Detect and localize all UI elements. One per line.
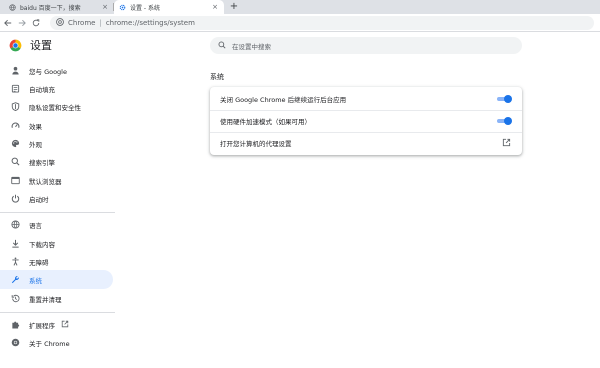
tab-label: baidu 百度一下，搜索: [20, 4, 81, 12]
sidebar-item-label: 自动填充: [29, 85, 55, 94]
settings-search-input[interactable]: 在设置中搜索: [210, 37, 522, 54]
history-icon: [10, 294, 20, 304]
omnibox-separator: |: [99, 19, 102, 27]
toggle-knob: [504, 95, 512, 103]
sidebar-item-label: 下载内容: [29, 240, 55, 249]
person-icon: [10, 66, 20, 76]
search-placeholder: 在设置中搜索: [232, 42, 271, 51]
sidebar-item-languages[interactable]: 语言: [0, 215, 113, 234]
setting-label: 使用硬件加速模式（如果可用）: [220, 118, 311, 126]
close-icon[interactable]: ×: [101, 3, 109, 11]
close-icon[interactable]: ×: [211, 3, 219, 11]
search-icon: [10, 157, 20, 167]
settings-header: 设置 在设置中搜索: [0, 32, 600, 60]
toggle-knob: [504, 117, 512, 125]
sidebar: 您与 Google 自动填充 隐私设置和安全性 效果 外观 搜索引擎 默认浏览器…: [0, 60, 115, 360]
download-icon: [10, 239, 20, 249]
external-link-icon: [61, 320, 69, 330]
setting-label: 打开您计算机的代理设置: [220, 140, 292, 148]
page-title: 设置: [30, 39, 52, 52]
chrome-icon: [56, 18, 64, 28]
gear-icon: [119, 4, 126, 11]
browser-icon: [10, 176, 20, 186]
puzzle-icon: [10, 320, 20, 330]
sidebar-item-system[interactable]: 系统: [0, 270, 113, 289]
background-apps-toggle[interactable]: [496, 95, 512, 103]
power-icon: [10, 194, 20, 204]
sidebar-item-search-engine[interactable]: 搜索引擎: [0, 152, 113, 171]
sidebar-item-label: 隐私设置和安全性: [29, 103, 81, 112]
sidebar-item-performance[interactable]: 效果: [0, 116, 113, 135]
sidebar-item-downloads[interactable]: 下载内容: [0, 234, 113, 253]
sidebar-item-appearance[interactable]: 外观: [0, 134, 113, 153]
speedometer-icon: [10, 121, 20, 131]
system-settings-card: 关闭 Google Chrome 后继续运行后台应用 使用硬件加速模式（如果可用…: [210, 87, 522, 155]
sidebar-item-label: 启动时: [29, 195, 49, 204]
tab-baidu[interactable]: baidu 百度一下，搜索 ×: [4, 0, 114, 14]
back-button[interactable]: [2, 17, 14, 29]
setting-row-hardware-acceleration[interactable]: 使用硬件加速模式（如果可用）: [210, 110, 522, 132]
sidebar-item-extensions[interactable]: 扩展程序: [0, 315, 113, 334]
sidebar-item-you-and-google[interactable]: 您与 Google: [0, 61, 113, 80]
new-tab-button[interactable]: +: [228, 1, 240, 13]
sidebar-item-about-chrome[interactable]: 关于 Chrome: [0, 333, 113, 352]
sidebar-item-label: 关于 Chrome: [29, 339, 70, 348]
sidebar-item-label: 默认浏览器: [29, 177, 62, 186]
sidebar-item-autofill[interactable]: 自动填充: [0, 79, 113, 98]
chrome-icon: [10, 338, 20, 348]
accessibility-icon: [10, 257, 20, 267]
external-link-icon[interactable]: [502, 138, 512, 148]
tab-label: 设置 - 系统: [130, 4, 160, 12]
sidebar-item-label: 系统: [29, 276, 42, 285]
reload-icon: [32, 18, 40, 26]
hardware-acceleration-toggle[interactable]: [496, 117, 512, 125]
sidebar-item-on-startup[interactable]: 启动时: [0, 189, 113, 208]
shield-icon: [10, 102, 20, 112]
sidebar-item-label: 扩展程序: [29, 321, 55, 330]
tab-strip: baidu 百度一下，搜索 × 设置 - 系统 × +: [0, 0, 600, 14]
chrome-logo-icon: [9, 39, 22, 52]
sidebar-item-label: 重置并清理: [29, 295, 62, 304]
tab-settings[interactable]: 设置 - 系统 ×: [114, 0, 224, 14]
reload-button[interactable]: [30, 17, 42, 29]
section-title: 系统: [210, 73, 224, 81]
globe-icon: [9, 3, 16, 11]
sidebar-item-accessibility[interactable]: 无障碍: [0, 252, 113, 271]
setting-label: 关闭 Google Chrome 后继续运行后台应用: [220, 96, 347, 104]
wrench-icon: [10, 275, 20, 285]
sidebar-item-reset[interactable]: 重置并清理: [0, 289, 113, 308]
arrow-left-icon: [4, 19, 12, 26]
sidebar-item-label: 无障碍: [29, 258, 49, 267]
omnibox-scheme: Chrome: [68, 19, 96, 27]
omnibox-url: chrome://settings/system: [105, 19, 195, 27]
sidebar-item-label: 外观: [29, 140, 42, 149]
sidebar-item-label: 效果: [29, 122, 42, 131]
sidebar-item-privacy[interactable]: 隐私设置和安全性: [0, 97, 113, 116]
address-bar[interactable]: Chrome | chrome://settings/system: [50, 16, 594, 30]
clipboard-icon: [10, 84, 20, 94]
sidebar-item-label: 语言: [29, 221, 42, 230]
sidebar-item-default-browser[interactable]: 默认浏览器: [0, 171, 113, 190]
setting-row-proxy[interactable]: 打开您计算机的代理设置: [210, 132, 522, 154]
sidebar-divider: [0, 312, 115, 313]
sidebar-item-label: 搜索引擎: [29, 158, 55, 167]
toolbar: Chrome | chrome://settings/system: [0, 14, 600, 32]
forward-button[interactable]: [16, 17, 28, 29]
arrow-right-icon: [18, 19, 26, 26]
search-icon: [218, 41, 226, 51]
globe-icon: [10, 220, 20, 230]
palette-icon: [10, 139, 20, 149]
sidebar-divider: [0, 212, 115, 213]
sidebar-item-label: 您与 Google: [29, 67, 67, 76]
setting-row-background-apps[interactable]: 关闭 Google Chrome 后继续运行后台应用: [210, 88, 522, 110]
